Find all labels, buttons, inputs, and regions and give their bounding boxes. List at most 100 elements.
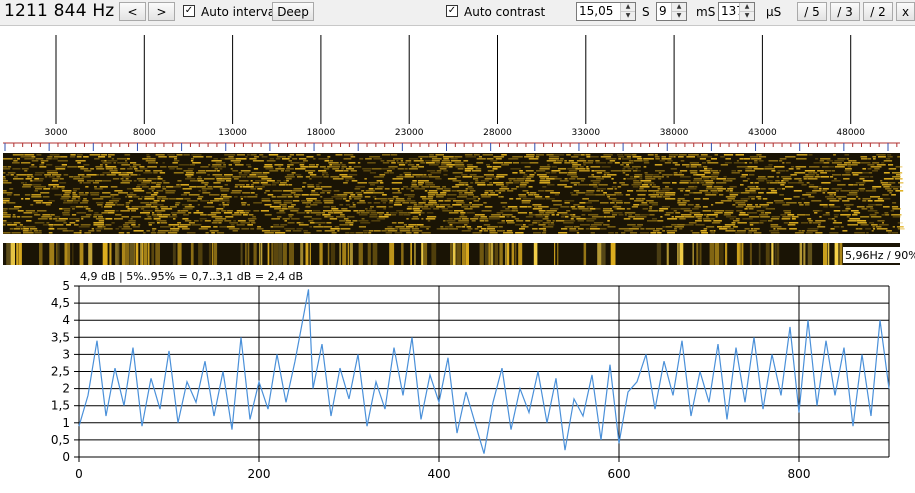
waterfall-cell — [391, 154, 398, 156]
waterfall-cell — [231, 190, 242, 192]
waterfall-cell — [484, 190, 488, 192]
waterfall-cell — [247, 196, 258, 198]
waterfall-cell — [169, 168, 175, 170]
waterfall-cell — [678, 172, 682, 174]
waterfall-cell — [103, 228, 113, 230]
waterfall-cell — [34, 174, 43, 176]
strip-bar — [109, 243, 112, 265]
waterfall-cell — [702, 184, 713, 186]
waterfall-cell — [421, 208, 431, 210]
waterfall-cell — [163, 182, 170, 184]
waterfall-cell — [396, 160, 399, 162]
waterfall-cell — [693, 174, 697, 176]
waterfall-cell — [48, 228, 55, 230]
ms-spin-arrows[interactable]: ▲ ▼ — [671, 3, 686, 20]
divide-5-button[interactable]: / 5 — [797, 2, 827, 21]
waterfall-cell — [239, 186, 243, 188]
waterfall-cell — [509, 198, 514, 200]
waterfall-cell — [283, 180, 286, 182]
waterfall-cell — [570, 218, 574, 220]
waterfall-cell — [794, 232, 804, 234]
waterfall-cell — [347, 216, 355, 218]
waterfall-cell — [127, 168, 133, 170]
waterfall-cell — [235, 184, 245, 186]
waterfall-cell — [390, 172, 394, 174]
waterfall-cell — [126, 158, 130, 160]
waterfall-cell — [181, 210, 189, 212]
waterfall-cell — [3, 178, 6, 180]
waterfall-cell — [280, 170, 284, 172]
strip-bar — [401, 243, 404, 265]
waterfall-cell — [219, 188, 230, 190]
waterfall-cell — [22, 230, 29, 232]
waterfall-cell — [590, 224, 602, 226]
waterfall-cell — [582, 198, 589, 200]
waterfall-cell — [747, 204, 753, 206]
waterfall-cell — [745, 206, 756, 208]
waterfall-cell — [253, 210, 260, 212]
waterfall-cell — [680, 160, 685, 162]
waterfall-cell — [877, 220, 885, 222]
waterfall-cell — [30, 176, 34, 178]
waterfall-cell — [404, 176, 414, 178]
waterfall-cell — [715, 216, 718, 218]
waterfall-cell — [354, 188, 361, 190]
divide-2-button[interactable]: / 2 — [863, 2, 893, 21]
waterfall-cell — [534, 206, 538, 208]
waterfall-cell — [662, 188, 673, 190]
waterfall-cell — [93, 216, 97, 218]
level-plot[interactable]: 4,9 dB | 5%..95% = 0,7..3,1 dB = 2,4 dB … — [0, 266, 915, 493]
waterfall-cell — [807, 178, 818, 180]
waterfall-cell — [483, 224, 491, 226]
waterfall-cell — [183, 154, 190, 156]
waterfall-cell — [200, 220, 203, 222]
multiply-2-button[interactable]: x 2 — [896, 2, 915, 21]
us-spin-arrows[interactable]: ▲ ▼ — [739, 3, 754, 20]
waterfall-cell — [184, 198, 191, 200]
strip-bar — [719, 243, 724, 265]
next-button[interactable]: > — [148, 2, 175, 21]
strip-bar — [18, 243, 22, 265]
waterfall-cell — [329, 160, 333, 162]
waterfall-cell — [741, 174, 748, 176]
ms-spinner[interactable]: 9 ▲ ▼ — [656, 2, 687, 21]
strip-bar — [319, 243, 323, 265]
waterfall-cell — [278, 166, 282, 168]
waterfall-cell — [571, 208, 578, 210]
waterfall-cell — [421, 186, 430, 188]
seconds-spin-arrows[interactable]: ▲ ▼ — [620, 3, 635, 20]
deep-button[interactable]: Deep — [272, 2, 314, 21]
waterfall-cell — [719, 170, 721, 172]
waterfall-cell — [226, 202, 230, 204]
auto-contrast-checkbox[interactable]: ✓ — [446, 5, 458, 17]
waterfall-cell — [874, 168, 880, 170]
waterfall-cell — [54, 216, 61, 218]
waterfall-cell — [157, 222, 160, 224]
divide-3-button[interactable]: / 3 — [830, 2, 860, 21]
prev-button[interactable]: < — [119, 2, 146, 21]
waterfall-cell — [580, 154, 585, 156]
us-spinner[interactable]: 137 ▲ ▼ — [718, 2, 755, 21]
waterfall-cell — [665, 192, 676, 194]
waterfall-cell — [881, 214, 885, 216]
waterfall-cell — [702, 178, 710, 180]
waterfall-cell — [33, 200, 43, 202]
waterfall-cell — [343, 170, 349, 172]
waterfall-cell — [73, 178, 84, 180]
waterfall-cell — [590, 228, 600, 230]
auto-interval-checkbox[interactable]: ✓ — [183, 5, 195, 17]
waterfall-cell — [235, 158, 247, 160]
waterfall-cell — [402, 202, 410, 204]
waterfall-cell — [100, 160, 105, 162]
waterfall-cell — [88, 210, 94, 212]
waterfall-cell — [70, 206, 76, 208]
waterfall-cell — [3, 172, 6, 174]
waterfall-cell — [661, 158, 672, 160]
waterfall-cell — [461, 174, 468, 176]
waterfall-cell — [603, 212, 611, 214]
seconds-spinner[interactable]: 15,05 ▲ ▼ — [576, 2, 636, 21]
waterfall-cell — [479, 220, 485, 222]
waterfall-cell — [744, 208, 748, 210]
waterfall-cell — [427, 216, 437, 218]
waterfall-cell — [630, 176, 633, 178]
